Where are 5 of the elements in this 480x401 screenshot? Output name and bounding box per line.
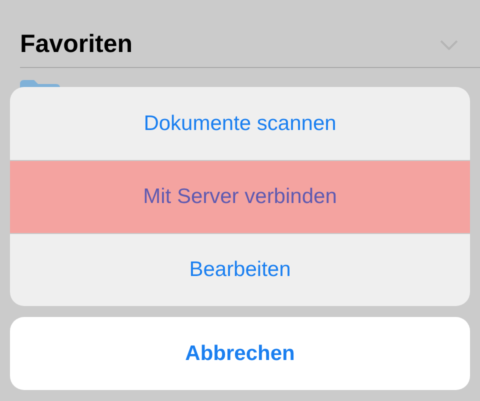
action-button[interactable]: Mit Server verbinden	[10, 160, 470, 233]
cancel-button[interactable]: Abbrechen	[10, 317, 470, 390]
action-button[interactable]: Bearbeiten	[10, 233, 470, 306]
section-title: Favoriten	[20, 30, 133, 59]
action-button[interactable]: Dokumente scannen	[10, 87, 470, 160]
